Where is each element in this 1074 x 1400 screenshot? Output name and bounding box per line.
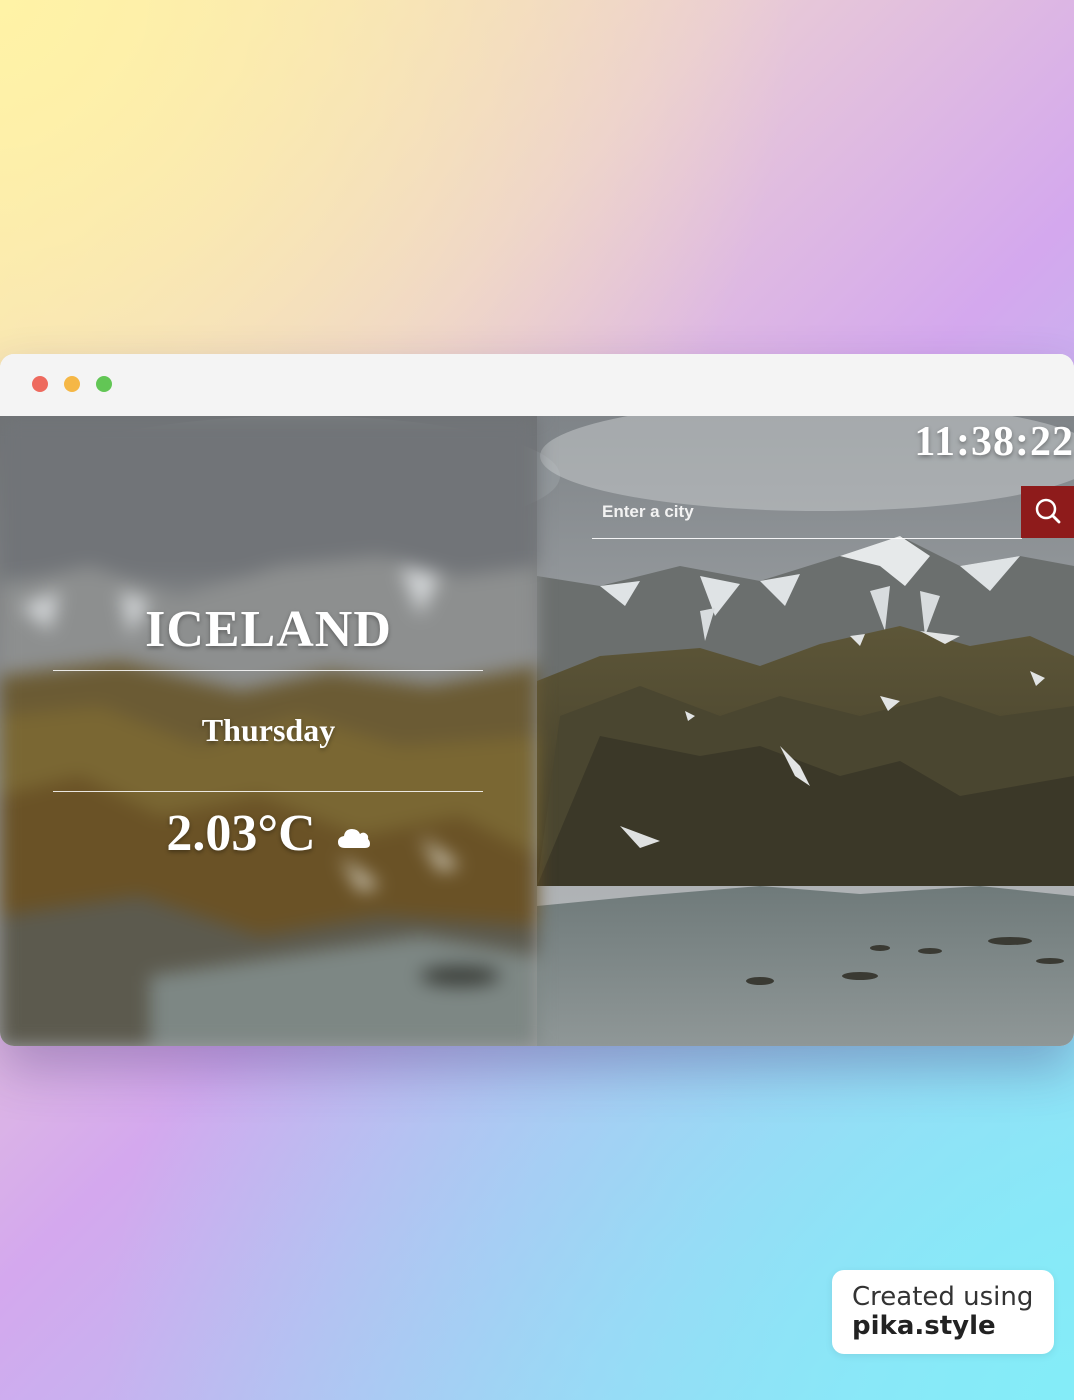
cloud-icon [337,804,371,863]
pika-style-watermark[interactable]: Created using pika.style [832,1270,1054,1354]
browser-window: ICELAND Thursday 2.03°C 11:38:22 [0,354,1074,1046]
weather-info: ICELAND Thursday 2.03°C [0,416,537,1046]
temperature-value: 2.03°C [166,805,316,862]
city-search-input[interactable] [592,486,1012,538]
weekday-label: Thursday [201,712,336,748]
watermark-brand: pika.style [852,1311,996,1341]
divider [53,670,483,671]
divider [53,791,483,792]
search-button[interactable] [1021,486,1074,538]
country-name: ICELAND [145,601,392,658]
search-icon [1034,497,1062,528]
watermark-caption: Created using [852,1282,1034,1312]
weather-app: ICELAND Thursday 2.03°C 11:38:22 [0,416,1074,1046]
temperature-row: 2.03°C [0,804,537,863]
clock-time: 11:38:22 [914,419,1074,465]
window-titlebar [0,354,1074,416]
city-search-field [592,486,1022,539]
minimize-window-button[interactable] [64,376,80,392]
close-window-button[interactable] [32,376,48,392]
maximize-window-button[interactable] [96,376,112,392]
